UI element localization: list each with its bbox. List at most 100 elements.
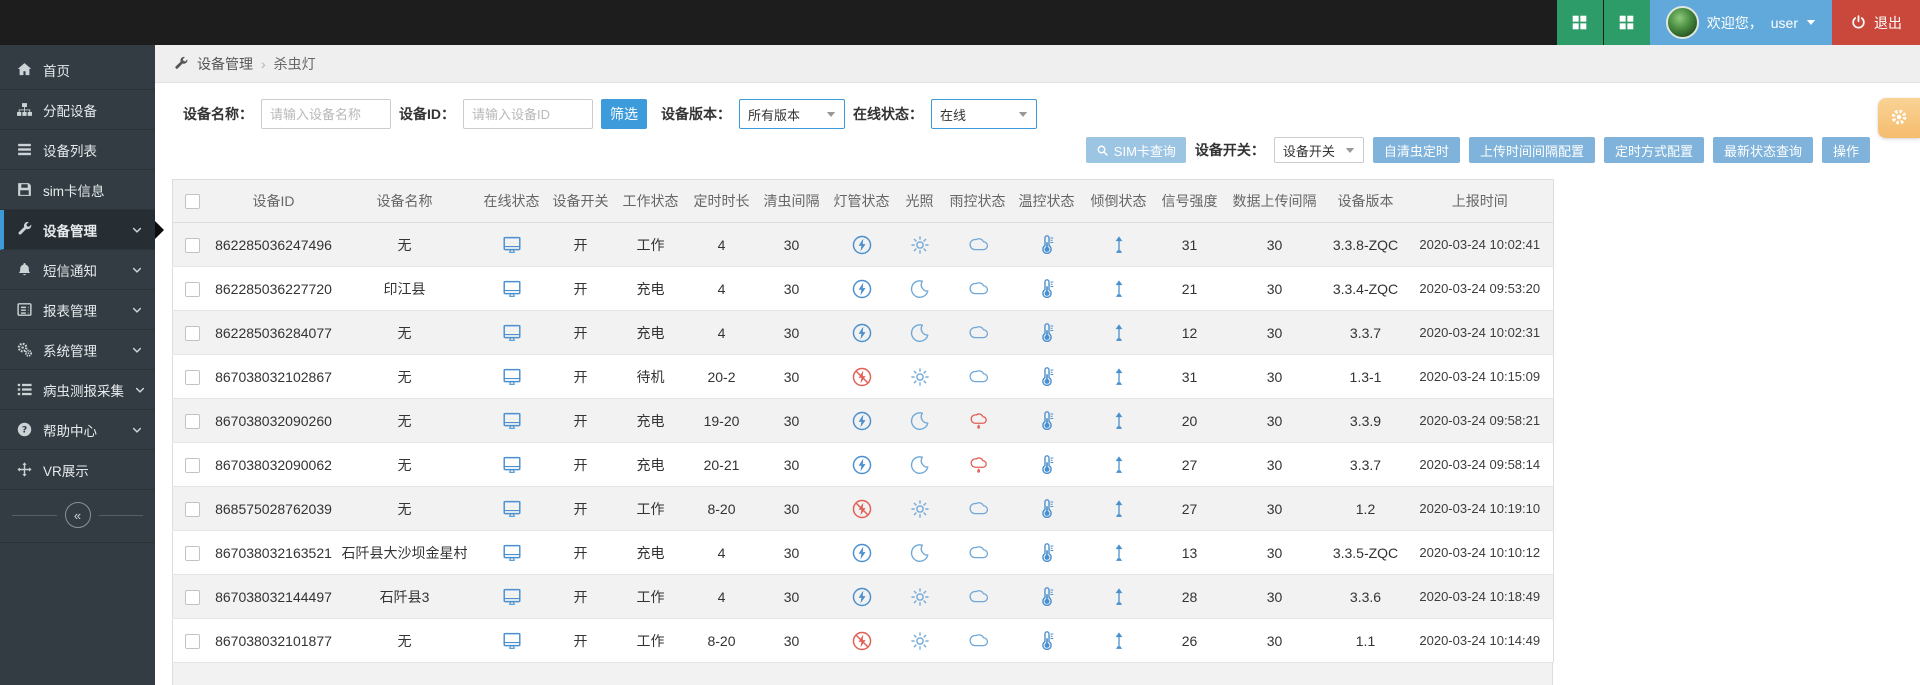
device-name-input[interactable] — [261, 99, 391, 129]
row-checkbox[interactable] — [185, 326, 200, 341]
cell-text: 无 — [398, 501, 412, 517]
select-all-checkbox[interactable] — [185, 194, 200, 209]
cell-text: 30 — [1267, 325, 1283, 341]
action-button-4[interactable]: 操作 — [1822, 137, 1870, 163]
cell-text: 8-20 — [707, 633, 735, 649]
logout-button[interactable]: 退出 — [1832, 0, 1920, 45]
chevron-down-icon — [131, 264, 143, 276]
lamp-status-cell — [829, 399, 895, 443]
online-status-cell — [475, 575, 549, 619]
sidebar-item-1[interactable]: 分配设备 — [0, 90, 155, 130]
light-cell — [895, 267, 945, 311]
monitor-icon — [501, 630, 523, 652]
monitor-icon — [501, 322, 523, 344]
sidebar-item-6[interactable]: 报表管理 — [0, 290, 155, 330]
cloud-icon — [967, 278, 989, 300]
column-header: 光照 — [895, 180, 945, 223]
version-cell: 3.3.8-ZQC — [1325, 223, 1407, 267]
row-checkbox[interactable] — [185, 370, 200, 385]
column-header: 工作状态 — [613, 180, 689, 223]
upload-interval-cell: 30 — [1225, 487, 1325, 531]
sidebar-item-9[interactable]: ?帮助中心 — [0, 410, 155, 450]
user-menu[interactable]: 欢迎您， user — [1650, 0, 1832, 45]
cell-text: 31 — [1182, 369, 1198, 385]
tilt-status-cell — [1083, 531, 1155, 575]
version-select[interactable]: 所有版本 — [739, 99, 845, 129]
work-status-cell: 充电 — [613, 311, 689, 355]
temp-status-cell — [1011, 399, 1083, 443]
sidebar-item-10[interactable]: VR展示 — [0, 450, 155, 490]
report-time-cell: 2020-03-24 09:58:21 — [1407, 399, 1554, 443]
sidebar-collapse-button[interactable]: « — [0, 502, 155, 543]
device-name-cell: 石阡县大沙坝金星村 — [335, 531, 475, 575]
ordered-list-icon — [16, 381, 33, 398]
cell-text: 26 — [1182, 633, 1198, 649]
cell-text: 无 — [398, 237, 412, 253]
sim-query-button[interactable]: SIM卡查询 — [1086, 137, 1186, 163]
signal-cell: 21 — [1155, 267, 1225, 311]
cell-text: 2020-03-24 10:18:49 — [1419, 589, 1540, 604]
thermometer-icon — [1036, 542, 1058, 564]
table-row: 862285036284077无开充电43012303.3.72020-03-2… — [173, 311, 1554, 355]
version-cell: 3.3.9 — [1325, 399, 1407, 443]
tilt-status-cell — [1083, 487, 1155, 531]
row-checkbox[interactable] — [185, 238, 200, 253]
apps-button-1[interactable] — [1556, 0, 1603, 45]
signal-cell: 20 — [1155, 399, 1225, 443]
sidebar-item-2[interactable]: 设备列表 — [0, 130, 155, 170]
action-button-0[interactable]: 自清虫定时 — [1373, 137, 1460, 163]
row-checkbox[interactable] — [185, 634, 200, 649]
device-id-label: 设备ID： — [399, 104, 455, 124]
cell-text: 30 — [784, 369, 800, 385]
collapse-icon: « — [65, 502, 91, 528]
lamp-status-cell — [829, 267, 895, 311]
rain-status-cell — [945, 487, 1011, 531]
sidebar-item-label: 病虫测报采集 — [43, 380, 124, 400]
search-icon — [1096, 144, 1109, 157]
sidebar-item-3[interactable]: sim卡信息 — [0, 170, 155, 210]
settings-fab[interactable] — [1878, 98, 1920, 138]
thermometer-icon — [1036, 322, 1058, 344]
timer-duration-cell: 20-2 — [689, 355, 755, 399]
bolt-off-icon — [851, 630, 873, 652]
apps-button-2[interactable] — [1603, 0, 1650, 45]
breadcrumb-section[interactable]: 设备管理 — [197, 54, 253, 74]
light-cell — [895, 223, 945, 267]
tilt-status-cell — [1083, 267, 1155, 311]
timer-duration-cell: 4 — [689, 311, 755, 355]
tilt-status-cell — [1083, 443, 1155, 487]
row-checkbox[interactable] — [185, 414, 200, 429]
row-checkbox[interactable] — [185, 590, 200, 605]
row-checkbox[interactable] — [185, 282, 200, 297]
sidebar-item-label: 设备管理 — [43, 220, 121, 240]
cell-text: 开 — [574, 369, 588, 385]
cell-text: 862285036227720 — [215, 281, 332, 297]
clean-interval-cell: 30 — [755, 267, 829, 311]
filter-button[interactable]: 筛选 — [601, 99, 647, 129]
device-id-input[interactable] — [463, 99, 593, 129]
action-button-3[interactable]: 最新状态查询 — [1713, 137, 1813, 163]
clean-interval-cell: 30 — [755, 531, 829, 575]
pole-icon — [1108, 630, 1130, 652]
light-cell — [895, 619, 945, 663]
sidebar-item-5[interactable]: 短信通知 — [0, 250, 155, 290]
device-switch-select[interactable]: 设备开关 — [1274, 137, 1364, 163]
checkbox-cell — [173, 575, 213, 619]
row-checkbox[interactable] — [185, 502, 200, 517]
rain-status-cell — [945, 311, 1011, 355]
upload-interval-cell: 30 — [1225, 399, 1325, 443]
cell-text: 30 — [784, 457, 800, 473]
action-button-2[interactable]: 定时方式配置 — [1604, 137, 1704, 163]
question-icon: ? — [16, 421, 33, 438]
online-status-select[interactable]: 在线 — [931, 99, 1037, 129]
sidebar-item-4[interactable]: 设备管理 — [0, 210, 155, 250]
sidebar-menu: 首页分配设备设备列表sim卡信息设备管理短信通知报表管理系统管理病虫测报采集 ?帮… — [0, 45, 155, 490]
sidebar-item-7[interactable]: 系统管理 — [0, 330, 155, 370]
sidebar-item-0[interactable]: 首页 — [0, 50, 155, 90]
row-checkbox[interactable] — [185, 458, 200, 473]
action-button-1[interactable]: 上传时间间隔配置 — [1469, 137, 1595, 163]
row-checkbox[interactable] — [185, 546, 200, 561]
version-cell: 1.1 — [1325, 619, 1407, 663]
cell-text: 开 — [574, 545, 588, 561]
sidebar-item-8[interactable]: 病虫测报采集 — [0, 370, 155, 410]
